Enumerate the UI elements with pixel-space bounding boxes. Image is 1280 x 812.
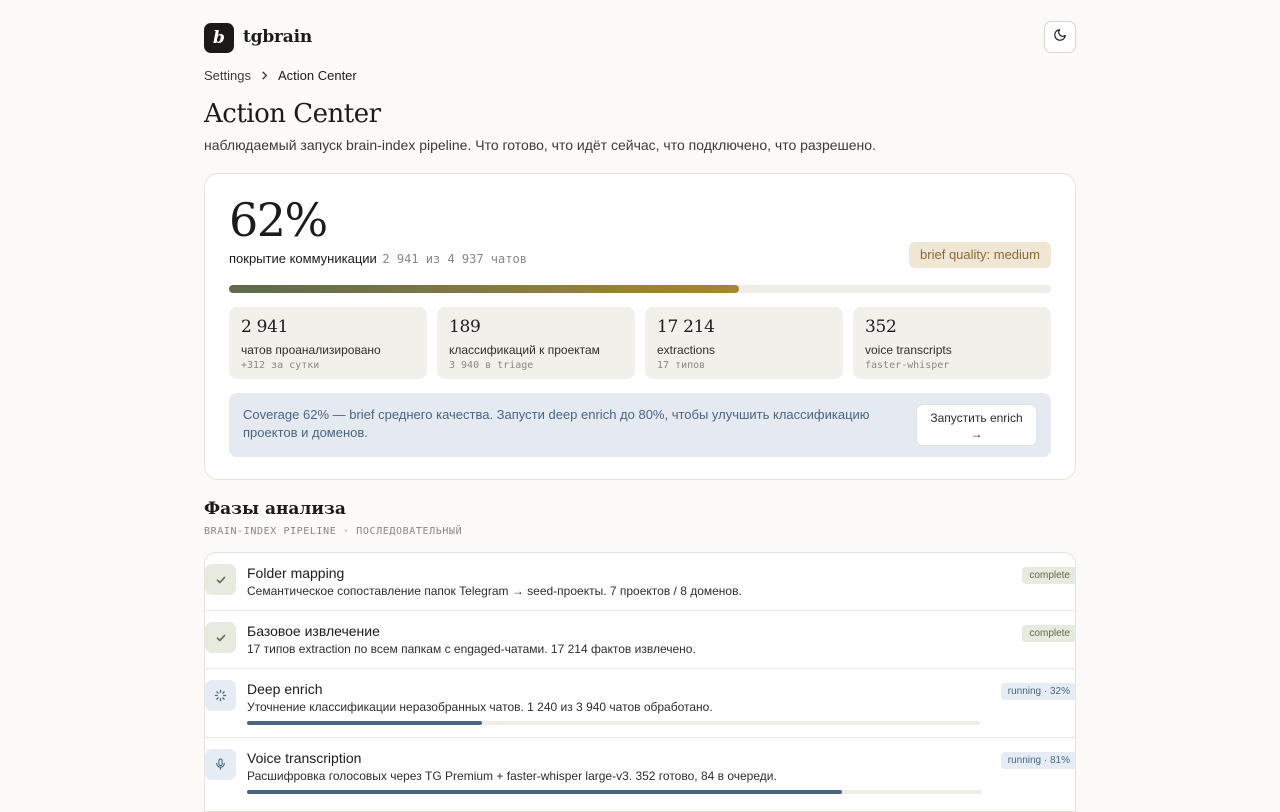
stat-sub: 3 940 в triage: [449, 360, 534, 371]
check-icon: [205, 564, 236, 595]
app-logo[interactable]: b: [204, 23, 234, 53]
stat-card: 189 классификаций к проектам 3 940 в tri…: [437, 307, 635, 379]
stat-card: 17 214 extractions 17 типов: [645, 307, 843, 379]
phase-description: 17 типов extraction по всем папкам с eng…: [247, 642, 696, 656]
phase-progress-fill: [247, 721, 482, 725]
run-enrich-button-label: Запустить enrich: [930, 411, 1023, 425]
run-enrich-button[interactable]: Запустить enrich →: [916, 404, 1037, 446]
stat-label: классификаций к проектам: [449, 343, 600, 357]
coverage-progress-fill: [229, 285, 739, 293]
coverage-label: покрытие коммуникации 2 941 из 4 937 чат…: [229, 251, 527, 266]
coverage-progress-bar: [229, 285, 1051, 293]
phase-status-badge: running · 32%: [1000, 683, 1075, 700]
stat-label: extractions: [657, 343, 716, 357]
phase-status-badge: complete: [1022, 625, 1075, 642]
phase-name: Базовое извлечение: [247, 623, 380, 639]
phase-name: Folder mapping: [247, 565, 345, 581]
chevron-right-icon: [260, 71, 269, 80]
stat-label: чатов проанализировано: [241, 343, 381, 357]
phases-title: Фазы анализа: [204, 499, 346, 519]
topbar: b tgbrain: [204, 21, 1076, 53]
breadcrumb: Settings Action Center: [204, 68, 357, 83]
stat-number: 2 941: [241, 317, 289, 337]
microphone-icon: [205, 749, 236, 780]
stat-sub: +312 за сутки: [241, 360, 320, 371]
stat-card: 352 voice transcripts faster-whisper: [853, 307, 1051, 379]
phase-progress-bar: [247, 790, 982, 794]
stat-number: 17 214: [657, 317, 715, 337]
phase-row[interactable]: Voice transcription Расшифровка голосовы…: [205, 738, 1075, 811]
phase-row[interactable]: Базовое извлечение 17 типов extraction п…: [205, 611, 1075, 669]
breadcrumb-current: Action Center: [277, 68, 357, 83]
coverage-detail: 2 941 из 4 937 чатов: [382, 252, 527, 266]
phase-list: Folder mapping Семантическое сопоставлен…: [204, 552, 1076, 812]
notice-text: Coverage 62% — brief среднего качества. …: [243, 407, 870, 440]
theme-toggle-button[interactable]: [1044, 21, 1076, 53]
phase-status-badge: complete: [1022, 567, 1075, 584]
phase-progress-fill: [247, 790, 843, 794]
phase-progress-bar: [247, 721, 980, 725]
stat-number: 352: [865, 317, 897, 337]
arrow-right-icon: →: [970, 427, 983, 441]
phase-row[interactable]: Deep enrich Уточнение классификации нера…: [205, 669, 1075, 738]
phase-description: Расшифровка голосовых через TG Premium +…: [247, 769, 777, 783]
stat-label: voice transcripts: [865, 343, 952, 357]
phase-name: Voice transcription: [247, 750, 362, 766]
page-subtitle: наблюдаемый запуск brain-index pipeline.…: [204, 137, 876, 153]
stats-row: 2 941 чатов проанализировано +312 за сут…: [229, 307, 1051, 379]
phases-subtitle: BRAIN-INDEX PIPELINE · ПОСЛЕДОВАТЕЛЬНЫЙ: [204, 526, 463, 537]
stat-sub: faster-whisper: [865, 360, 950, 371]
stat-sub: 17 типов: [657, 360, 706, 371]
stat-number: 189: [449, 317, 481, 337]
phase-description: Семантическое сопоставление папок Telegr…: [247, 584, 742, 598]
stat-card: 2 941 чатов проанализировано +312 за сут…: [229, 307, 427, 379]
app-name[interactable]: tgbrain: [243, 27, 312, 47]
breadcrumb-settings-link[interactable]: Settings: [204, 68, 251, 83]
phase-status-badge: running · 81%: [1000, 752, 1075, 769]
page-title: Action Center: [204, 99, 381, 129]
coverage-percent: 62%: [229, 193, 328, 247]
coverage-notice: Coverage 62% — brief среднего качества. …: [229, 393, 1051, 457]
phase-name: Deep enrich: [247, 681, 323, 697]
spinner-icon: [205, 680, 236, 711]
quality-badge: brief quality: medium: [909, 242, 1051, 268]
coverage-card: 62% покрытие коммуникации 2 941 из 4 937…: [204, 173, 1076, 480]
moon-icon: [1053, 28, 1067, 47]
coverage-label-text: покрытие коммуникации: [229, 251, 377, 266]
phase-row[interactable]: Folder mapping Семантическое сопоставлен…: [205, 553, 1075, 611]
phase-description: Уточнение классификации неразобранных ча…: [247, 700, 713, 714]
check-icon: [205, 622, 236, 653]
